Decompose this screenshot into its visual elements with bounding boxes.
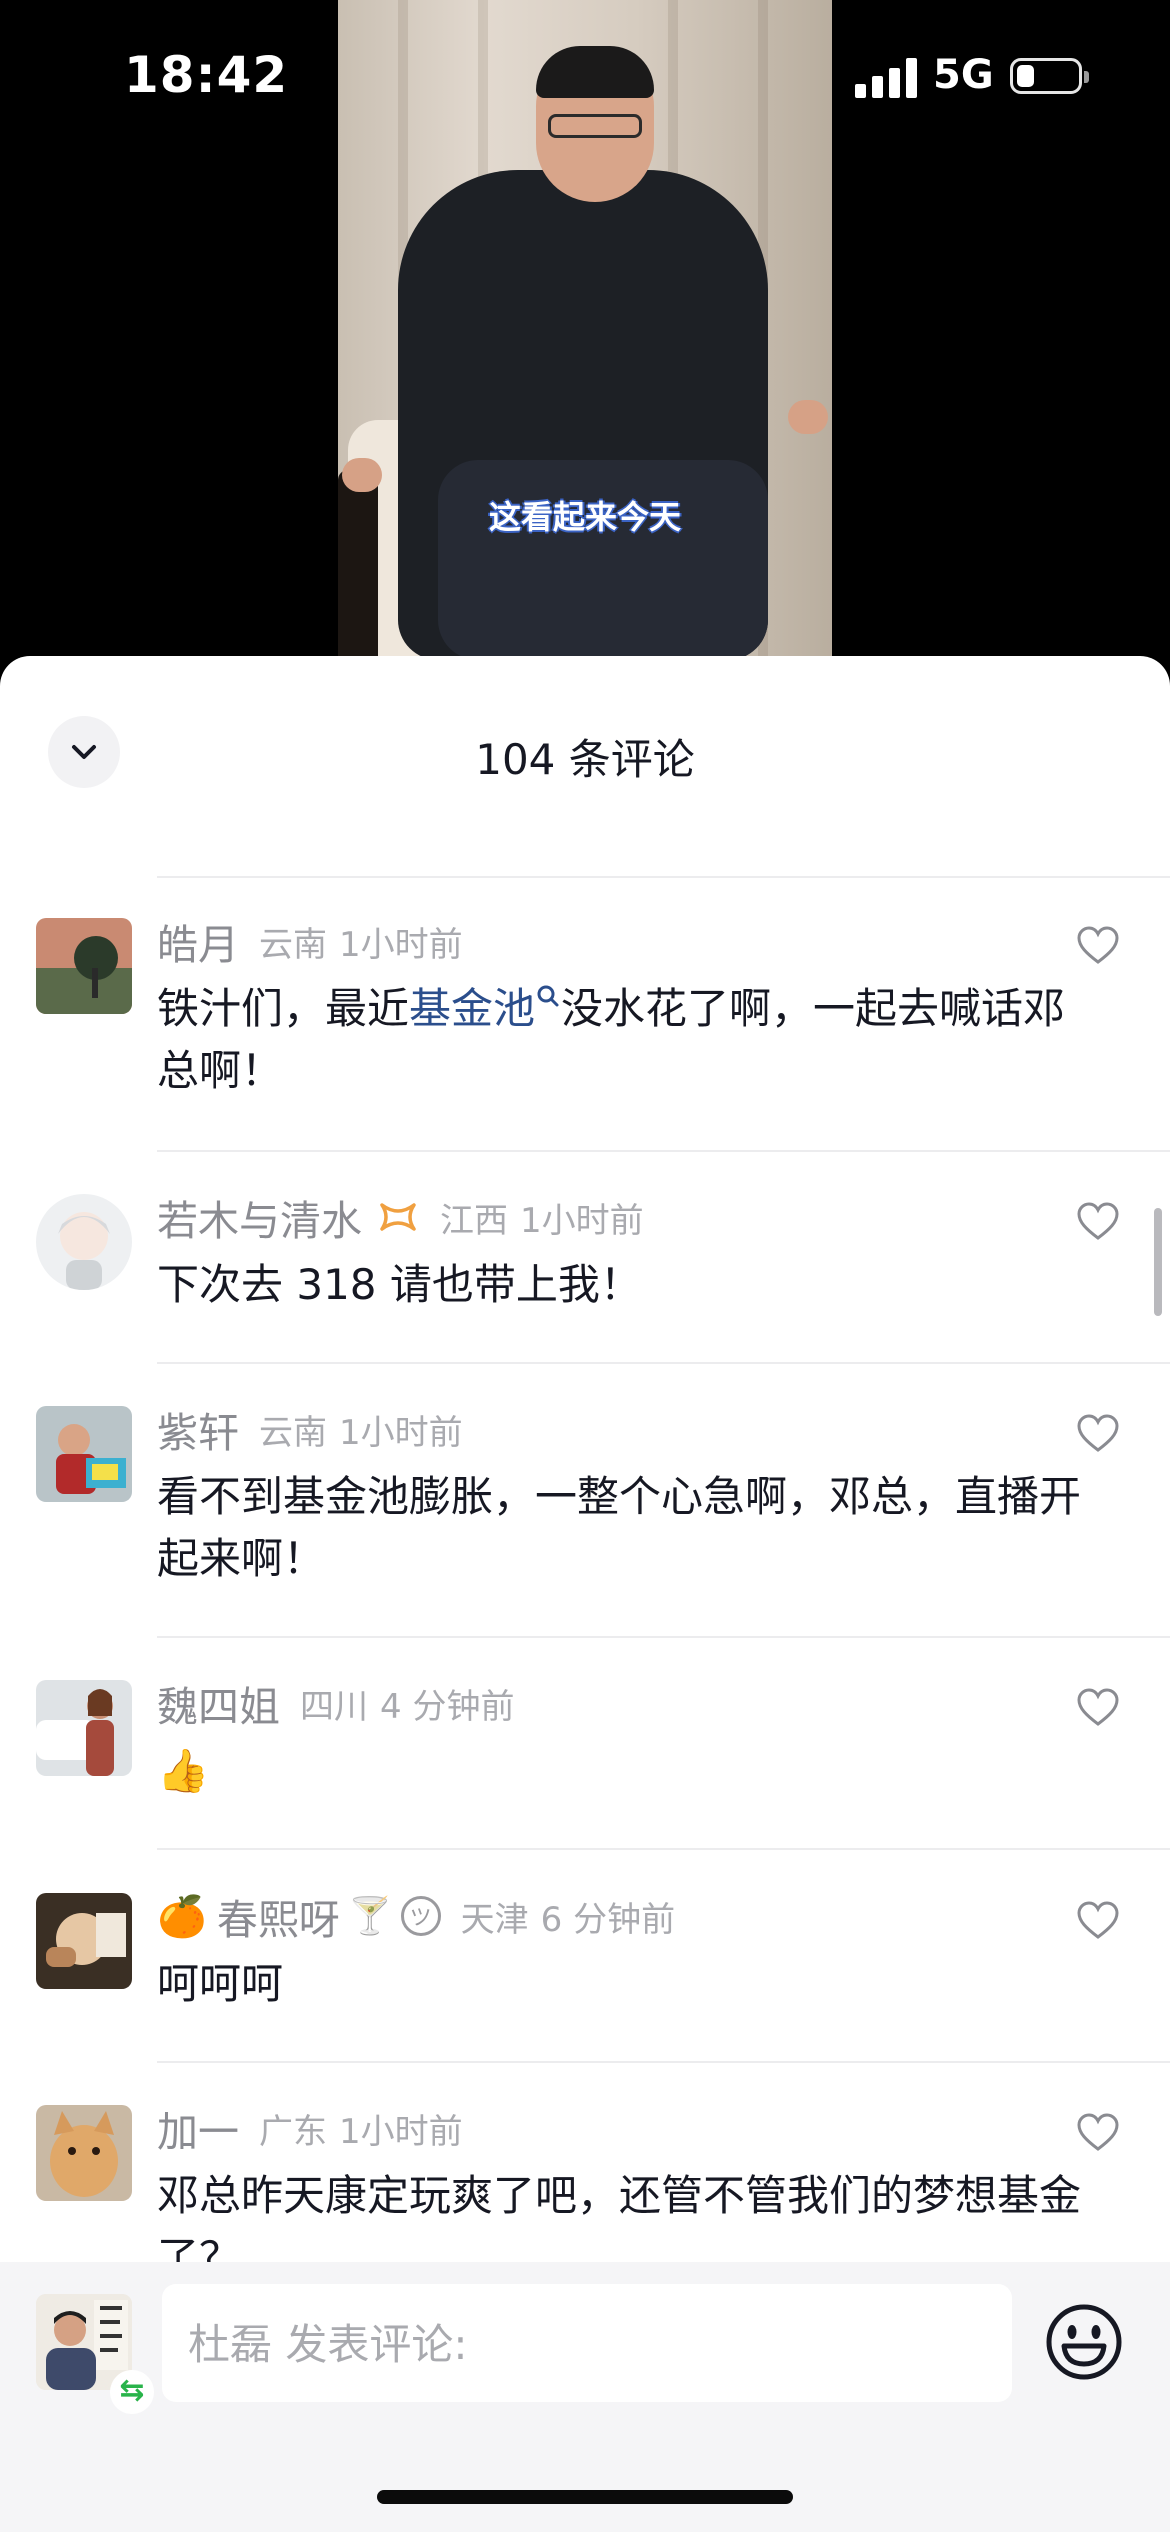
comment-meta: 紫轩 云南 1小时前 [157,1404,463,1457]
comment-username[interactable]: 皓月 [157,911,239,971]
swap-icon[interactable]: ⇆ [110,2370,154,2414]
emoji-icon[interactable] [1044,2302,1124,2382]
comment-username[interactable]: 若木与清水 [157,1187,362,1247]
comment-input-bar: ⇆ [0,2262,1170,2532]
home-indicator[interactable] [377,2490,793,2504]
heart-icon[interactable] [1076,2113,1120,2153]
heart-icon[interactable] [1076,1688,1120,1728]
comment-username[interactable]: 魏四姐 [157,1673,280,1733]
cocktail-emoji: 🍸 [347,1896,393,1937]
avatar[interactable] [36,2105,132,2201]
comment-text: 看不到基金池膨胀，一整个心急啊，邓总，直播开起来啊！ [157,1472,1082,1583]
comment-username[interactable]: 紫轩 [157,1399,239,1459]
orange-emoji: 🍊 [157,1893,207,1940]
status-time: 18:42 [124,46,289,104]
comment-meta: 🍊 春熙呀 🍸 ツ 天津 6 分钟前 [157,1891,676,1945]
comment-time: 4 分钟前 [380,1686,515,1727]
comment-text: 下次去 318 请也带上我！ [157,1260,642,1309]
comment-meta: 魏四姐 四川 4 分钟前 [157,1678,515,1731]
comment-location: 广东 [259,2111,327,2152]
comment-time: 1小时前 [520,1200,644,1241]
avatar[interactable] [36,1194,132,1290]
comment-list[interactable]: 皓月 云南 1小时前 铁汁们，最近基金池 没水花了啊，一起去喊话邓总啊！ 若木与清… [0,876,1170,1921]
comment-username[interactable]: 加一 [157,2098,239,2158]
scrollbar[interactable] [1154,1208,1162,1316]
comment-text: 呵呵呵 [157,1959,284,2008]
status-bar: 18:42 5G [0,0,1170,150]
comment-input[interactable] [186,2284,990,2404]
comments-panel: 104 条评论 皓月 云南 1小时前 铁汁们，最近基金池 没水花了啊，一起去喊话邓… [0,656,1170,2532]
comment-location: 天津 [460,1899,529,1940]
comments-count-title: 104 条评论 [475,735,695,784]
heart-icon[interactable] [1076,1202,1120,1242]
comment-location: 云南 [259,1412,327,1453]
signal-icon [855,58,919,98]
comment-location: 四川 [300,1686,368,1727]
avatar[interactable] [36,1893,132,1989]
comment-location: 云南 [259,924,327,965]
person-hand-left [342,458,382,492]
heart-icon[interactable] [1076,926,1120,966]
heart-icon[interactable] [1076,1414,1120,1454]
search-icon[interactable] [535,978,561,1022]
comment-input-box[interactable] [162,2284,1012,2404]
avatar[interactable] [36,1680,132,1776]
comment-meta: 若木与清水 江西 1小时前 [157,1192,644,1245]
person-hand-right [788,400,828,434]
avatar[interactable] [36,918,132,1014]
comment-time: 1小时前 [339,924,463,965]
person-legs [438,460,768,660]
search-link[interactable]: 基金池 [409,984,535,1033]
comment-time: 1小时前 [339,2111,463,2152]
comment-text: 👍 [157,1746,210,1795]
battery-icon [1010,58,1089,94]
comment-username[interactable]: 春熙呀 [217,1891,340,1946]
vip-badge-icon [380,1203,416,1231]
heart-icon[interactable] [1076,1901,1120,1941]
comment-time: 6 分钟前 [540,1899,676,1940]
comment-text: 铁汁们，最近基金池 没水花了啊，一起去喊话邓总啊！ [157,978,1087,1102]
comment-location: 江西 [440,1200,508,1241]
comment-time: 1小时前 [339,1412,463,1453]
network-type: 5G [933,52,994,98]
avatar[interactable] [36,1406,132,1502]
smile-icon: ツ [400,1896,441,1936]
comment-list-continued[interactable]: 🍊 春熙呀 🍸 ツ 天津 6 分钟前 呵呵呵 加一 广东 1小时前 邓总昨天康定… [0,1891,1170,2293]
comment-meta: 加一 广东 1小时前 [157,2103,463,2156]
comment-meta: 皓月 云南 1小时前 [157,916,463,969]
video-subtitle: 这看起来今天 [488,498,681,536]
